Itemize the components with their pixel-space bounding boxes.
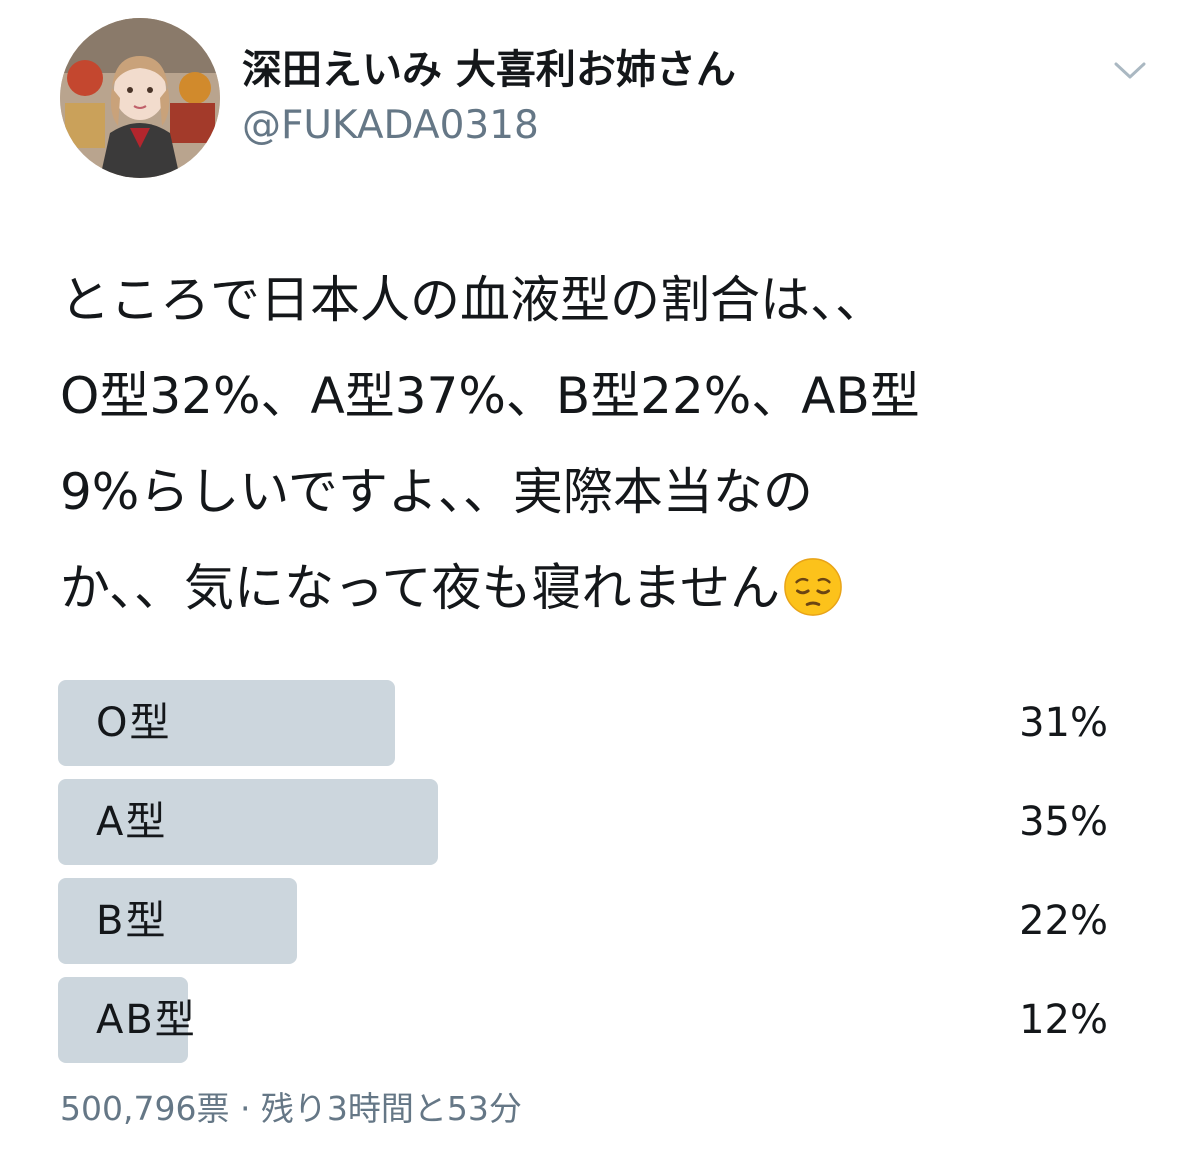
tweet-line: O型32%、A型37%、B型22%、AB型: [60, 367, 920, 425]
tweet-line-text: か、、気になって夜も寝れません: [60, 559, 780, 617]
poll-option[interactable]: B型 22%: [58, 878, 1118, 964]
user-handle[interactable]: @FUKADA0318: [242, 100, 539, 152]
chevron-down-icon[interactable]: [1110, 50, 1150, 90]
profile-photo-icon: [60, 18, 220, 178]
poll-option[interactable]: O型 31%: [58, 680, 1118, 766]
tweet-line-with-emoji: か、、気になって夜も寝れません: [60, 540, 1150, 636]
poll-option-label: B型: [96, 898, 168, 944]
poll-footer: 500,796票 · 残り3時間と53分: [60, 1089, 522, 1128]
tweet-line: ところで日本人の血液型の割合は、、: [60, 271, 885, 329]
poll-option-percent: 35%: [1019, 799, 1108, 845]
user-display-name[interactable]: 深田えいみ 大喜利お姉さん: [242, 44, 736, 96]
poll-option-percent: 22%: [1019, 898, 1108, 944]
poll-option[interactable]: A型 35%: [58, 779, 1118, 865]
tweet-text: ところで日本人の血液型の割合は、、 O型32%、A型37%、B型22%、AB型 …: [60, 252, 1150, 636]
poll-option-label: AB型: [96, 997, 197, 1043]
poll-bar: [58, 878, 297, 964]
poll-option-label: O型: [96, 700, 172, 746]
tweet-line: 9%らしいですよ、、実際本当なの: [60, 463, 813, 521]
poll-option-label: A型: [96, 799, 168, 845]
poll-option-percent: 12%: [1019, 997, 1108, 1043]
poll-option[interactable]: AB型 12%: [58, 977, 1118, 1063]
avatar[interactable]: [60, 18, 220, 178]
pensive-face-icon: [784, 557, 842, 616]
poll: O型 31% A型 35% B型 22% AB型 12%: [58, 680, 1118, 1076]
poll-option-percent: 31%: [1019, 700, 1108, 746]
